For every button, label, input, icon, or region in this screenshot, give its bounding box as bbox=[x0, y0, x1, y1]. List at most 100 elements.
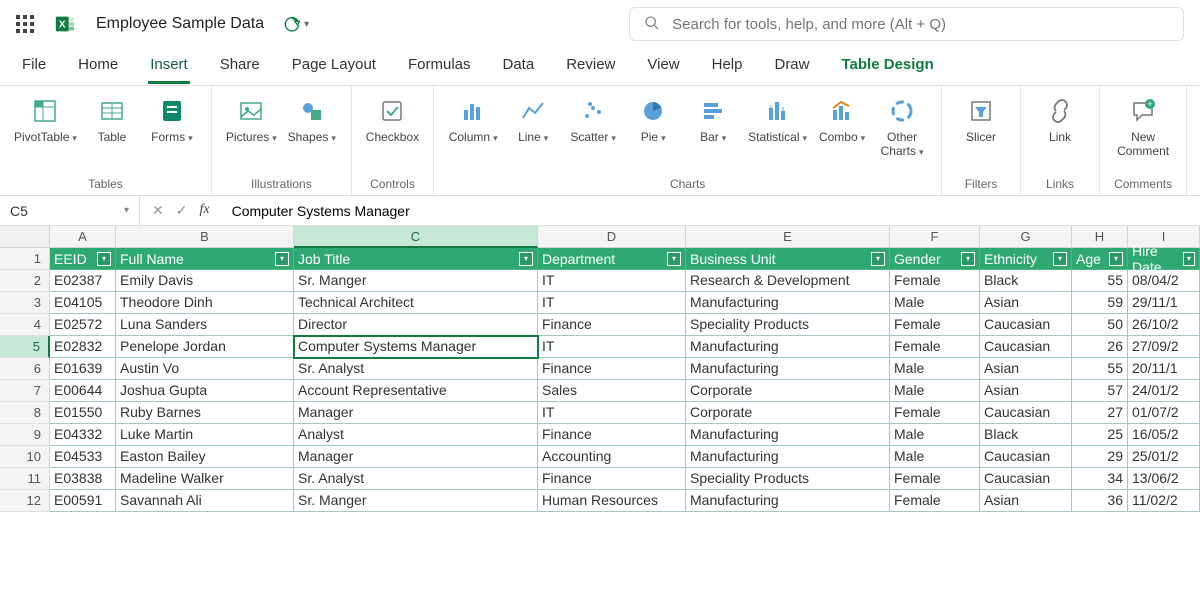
cell[interactable]: Manufacturing bbox=[686, 490, 890, 512]
ribbon-combo-button[interactable]: Combo bbox=[817, 92, 867, 159]
cell[interactable]: Asian bbox=[980, 358, 1072, 380]
ribbon-new-comment-button[interactable]: +New Comment bbox=[1117, 92, 1169, 158]
cell[interactable]: Finance bbox=[538, 314, 686, 336]
cell[interactable]: 08/04/2 bbox=[1128, 270, 1200, 292]
row-header-6[interactable]: 6 bbox=[0, 358, 50, 380]
cell[interactable]: Female bbox=[890, 402, 980, 424]
cell[interactable]: Austin Vo bbox=[116, 358, 294, 380]
cell[interactable]: 20/11/1 bbox=[1128, 358, 1200, 380]
cell[interactable]: Sr. Manger bbox=[294, 270, 538, 292]
ribbon-slicer-button[interactable]: Slicer bbox=[956, 92, 1006, 144]
cell[interactable]: Director bbox=[294, 314, 538, 336]
cell[interactable]: IT bbox=[538, 336, 686, 358]
cell[interactable]: 50 bbox=[1072, 314, 1128, 336]
row-header-7[interactable]: 7 bbox=[0, 380, 50, 402]
menu-insert[interactable]: Insert bbox=[148, 52, 190, 84]
menu-file[interactable]: File bbox=[20, 52, 48, 81]
col-header-H[interactable]: H bbox=[1072, 226, 1128, 248]
cell[interactable]: 29/11/1 bbox=[1128, 292, 1200, 314]
document-title[interactable]: Employee Sample Data bbox=[96, 15, 264, 33]
cell[interactable]: Speciality Products bbox=[686, 468, 890, 490]
cell[interactable]: Female bbox=[890, 336, 980, 358]
cell[interactable]: Female bbox=[890, 314, 980, 336]
cell[interactable]: Speciality Products bbox=[686, 314, 890, 336]
cell[interactable]: Male bbox=[890, 380, 980, 402]
cell[interactable]: E04332 bbox=[50, 424, 116, 446]
cell[interactable]: 13/06/2 bbox=[1128, 468, 1200, 490]
menu-draw[interactable]: Draw bbox=[772, 52, 811, 81]
cell[interactable]: 16/05/2 bbox=[1128, 424, 1200, 446]
cell[interactable]: E02387 bbox=[50, 270, 116, 292]
ribbon-line-button[interactable]: Line bbox=[508, 92, 558, 159]
ribbon-column-button[interactable]: Column bbox=[448, 92, 498, 159]
cell[interactable]: Female bbox=[890, 490, 980, 512]
cell[interactable]: Technical Architect bbox=[294, 292, 538, 314]
cell[interactable]: Manufacturing bbox=[686, 358, 890, 380]
app-launcher-icon[interactable] bbox=[16, 15, 34, 33]
cell[interactable]: E04105 bbox=[50, 292, 116, 314]
cell[interactable]: Manufacturing bbox=[686, 424, 890, 446]
cell[interactable]: Finance bbox=[538, 468, 686, 490]
table-header-ethnicity[interactable]: Ethnicity▾ bbox=[980, 248, 1072, 270]
cell[interactable]: Luke Martin bbox=[116, 424, 294, 446]
cell[interactable]: E00644 bbox=[50, 380, 116, 402]
cell[interactable]: E00591 bbox=[50, 490, 116, 512]
name-box[interactable]: C5 ▾ bbox=[0, 196, 140, 225]
col-header-G[interactable]: G bbox=[980, 226, 1072, 248]
cell[interactable]: Caucasian bbox=[980, 402, 1072, 424]
cell[interactable]: 25 bbox=[1072, 424, 1128, 446]
cell[interactable]: Research & Development bbox=[686, 270, 890, 292]
cell[interactable]: Black bbox=[980, 424, 1072, 446]
cell[interactable]: 27 bbox=[1072, 402, 1128, 424]
cell[interactable]: Caucasian bbox=[980, 314, 1072, 336]
cell[interactable]: Theodore Dinh bbox=[116, 292, 294, 314]
cell[interactable]: IT bbox=[538, 292, 686, 314]
col-header-E[interactable]: E bbox=[686, 226, 890, 248]
cell[interactable]: E01550 bbox=[50, 402, 116, 424]
cell[interactable]: Sr. Analyst bbox=[294, 468, 538, 490]
filter-dropdown-icon[interactable]: ▾ bbox=[961, 252, 975, 266]
cell[interactable]: Manager bbox=[294, 446, 538, 468]
cell[interactable]: 26/10/2 bbox=[1128, 314, 1200, 336]
ribbon-other-charts-button[interactable]: Other Charts bbox=[877, 92, 927, 159]
cell[interactable]: Sr. Manger bbox=[294, 490, 538, 512]
cell[interactable]: 55 bbox=[1072, 358, 1128, 380]
cell[interactable]: Emily Davis bbox=[116, 270, 294, 292]
col-header-F[interactable]: F bbox=[890, 226, 980, 248]
filter-dropdown-icon[interactable]: ▾ bbox=[1109, 252, 1123, 266]
cell[interactable]: E03838 bbox=[50, 468, 116, 490]
cell[interactable]: Savannah Ali bbox=[116, 490, 294, 512]
cancel-icon[interactable]: ✕ bbox=[152, 202, 164, 219]
cell[interactable]: Joshua Gupta bbox=[116, 380, 294, 402]
cell[interactable]: E04533 bbox=[50, 446, 116, 468]
cell[interactable]: Easton Bailey bbox=[116, 446, 294, 468]
col-header-B[interactable]: B bbox=[116, 226, 294, 248]
cell[interactable]: 27/09/2 bbox=[1128, 336, 1200, 358]
filter-dropdown-icon[interactable]: ▾ bbox=[519, 252, 533, 266]
cell[interactable]: 11/02/2 bbox=[1128, 490, 1200, 512]
row-header-11[interactable]: 11 bbox=[0, 468, 50, 490]
cell[interactable]: Asian bbox=[980, 380, 1072, 402]
cell[interactable]: Corporate bbox=[686, 380, 890, 402]
row-header-8[interactable]: 8 bbox=[0, 402, 50, 424]
cell[interactable]: 34 bbox=[1072, 468, 1128, 490]
cell[interactable]: Caucasian bbox=[980, 446, 1072, 468]
ribbon-pivottable-button[interactable]: PivotTable bbox=[14, 92, 77, 145]
sync-status-icon[interactable]: ▾ bbox=[284, 16, 309, 32]
cell[interactable]: Penelope Jordan bbox=[116, 336, 294, 358]
table-header-business-unit[interactable]: Business Unit▾ bbox=[686, 248, 890, 270]
cell[interactable]: 26 bbox=[1072, 336, 1128, 358]
row-header-1[interactable]: 1 bbox=[0, 248, 50, 270]
cell[interactable]: 36 bbox=[1072, 490, 1128, 512]
cell[interactable]: E01639 bbox=[50, 358, 116, 380]
cell[interactable]: Manufacturing bbox=[686, 446, 890, 468]
filter-dropdown-icon[interactable]: ▾ bbox=[1183, 252, 1195, 266]
cell[interactable]: Luna Sanders bbox=[116, 314, 294, 336]
cell[interactable]: Caucasian bbox=[980, 468, 1072, 490]
ribbon-pictures-button[interactable]: Pictures bbox=[226, 92, 277, 145]
menu-page-layout[interactable]: Page Layout bbox=[290, 52, 378, 81]
cell[interactable]: Male bbox=[890, 446, 980, 468]
confirm-icon[interactable]: ✓ bbox=[176, 202, 188, 219]
table-header-full-name[interactable]: Full Name▾ bbox=[116, 248, 294, 270]
ribbon-pie-button[interactable]: Pie bbox=[628, 92, 678, 159]
